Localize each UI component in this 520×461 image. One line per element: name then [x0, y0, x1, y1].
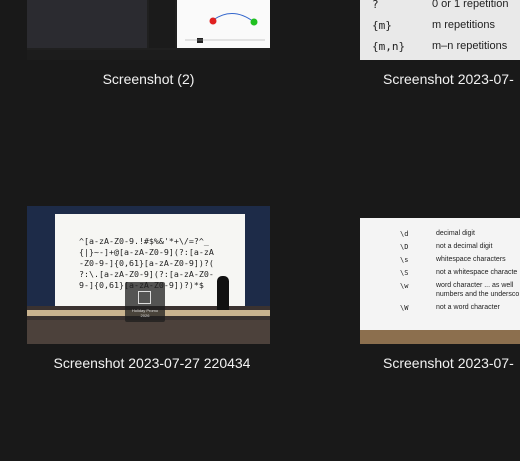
slide-desc: not a word character	[436, 304, 500, 311]
slide-desc: 0 or 1 repetition	[432, 0, 509, 10]
file-tile-screenshot-2023-07-27-220434[interactable]: ^[a-zA-Z0-9.!#$%&'*+\/=?^_ {|}~-]+@[a-zA-…	[27, 206, 270, 374]
slide-token: \S	[400, 269, 409, 277]
overlay-label: Holiday Promo 2026	[125, 308, 165, 318]
slide-token: ?	[372, 0, 379, 11]
slide-desc: word character ... as well	[436, 282, 514, 289]
overlay-subtitle: 2026	[140, 313, 150, 318]
slide-token: \s	[400, 256, 409, 264]
video-overlay: Holiday Promo 2026	[125, 282, 165, 322]
file-caption: Screenshot (2)	[102, 71, 195, 87]
slide-token: \w	[400, 282, 409, 290]
slide-desc: m repetitions	[432, 19, 495, 31]
thumbnail-charclass-slide: \d decimal digit \D not a decimal digit …	[360, 218, 520, 344]
thumbnail-quantifier-slide: ? 0 or 1 repetition {m} m repetitions {m…	[360, 0, 520, 60]
slide-desc: numbers and the undersco	[436, 291, 520, 298]
slide-desc: decimal digit	[436, 230, 475, 237]
thumbnail-taskbar	[27, 50, 270, 60]
file-tile-screenshot-2[interactable]: Screenshot (2)	[27, 0, 270, 92]
file-tile-screenshot-2023-07-a[interactable]: ? 0 or 1 repetition {m} m repetitions {m…	[360, 0, 520, 92]
slide-desc: whitespace characters	[436, 256, 506, 263]
audience	[27, 320, 270, 344]
stage-floor	[360, 330, 520, 344]
file-caption: Screenshot 2023-07-27 220434	[53, 355, 251, 371]
file-caption: Screenshot 2023-07-	[383, 355, 514, 371]
stop-icon	[138, 291, 151, 304]
slide-desc: m–n repetitions	[432, 40, 508, 52]
file-caption: Screenshot 2023-07-	[383, 71, 514, 87]
thumbnail-divider	[149, 0, 175, 48]
file-tile-screenshot-2023-07-b[interactable]: \d decimal digit \D not a decimal digit …	[360, 218, 520, 374]
slide-token: \d	[400, 230, 409, 238]
slide-desc: not a decimal digit	[436, 243, 493, 250]
slide-desc: not a whitespace characte	[436, 269, 518, 276]
slide-token: {m,n}	[372, 40, 406, 53]
slide-token: \D	[400, 243, 409, 251]
code-line: {|}~-]+@[a-zA-Z0-9](?:[a-zA	[79, 247, 214, 257]
code-line: ^[a-zA-Z0-9.!#$%&'*+\/=?^_	[79, 236, 209, 246]
code-line: ?:\.[a-zA-Z0-9](?:[a-zA-Z0-	[79, 269, 214, 279]
code-line: -Z0-9-]{0,61}[a-zA-Z0-9])?(	[79, 258, 214, 268]
thumbnail-lecture: ^[a-zA-Z0-9.!#$%&'*+\/=?^_ {|}~-]+@[a-zA-…	[27, 206, 270, 344]
slide-token: \W	[400, 304, 409, 312]
speaker-figure	[217, 276, 229, 310]
thumbnail-diagram-pane	[177, 0, 270, 48]
slide-token: {m}	[372, 19, 392, 32]
thumbnail-desktop	[27, 0, 270, 60]
graph-diagram	[185, 13, 265, 43]
thumbnail-code-pane	[27, 0, 147, 48]
